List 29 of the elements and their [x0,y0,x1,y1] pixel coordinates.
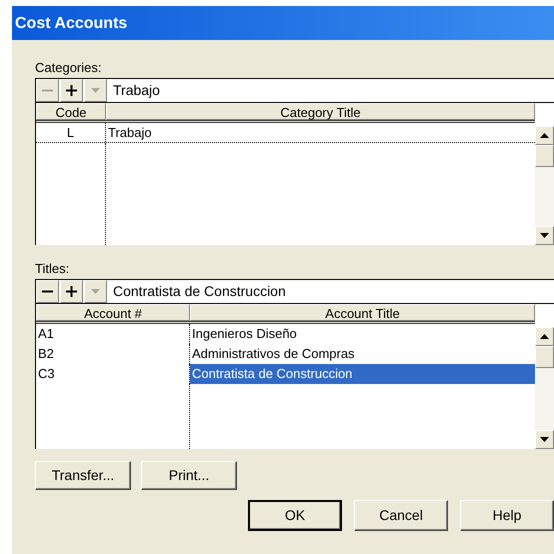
up-arrow-icon [540,133,549,138]
column-header[interactable]: Code [36,103,106,120]
action-button[interactable]: Print... [141,461,237,490]
dialog-button[interactable]: Help [460,500,554,531]
dialog-button[interactable]: Cancel [354,500,448,531]
scroll-down-button[interactable] [535,226,554,245]
table-cell-text: Trabajo [107,124,153,142]
scroll-up-button[interactable] [535,126,554,145]
scroll-down-button[interactable] [535,430,554,449]
table-cell: L [36,123,106,142]
down-arrow-icon [540,437,549,442]
column-header[interactable]: Account # [36,304,190,321]
column-header[interactable]: Category Title [106,103,535,120]
section-label: Titles: [35,261,70,276]
table-cell: B2 [36,344,190,364]
down-arrow-icon [540,233,549,238]
table-cell-text: Administrativos de Compras [191,345,356,363]
scrollbar-thumb[interactable] [535,346,554,368]
up-arrow-icon [540,334,549,339]
table-cell: A1 [36,324,190,344]
scroll-up-button[interactable] [535,327,554,346]
table-cell: Contratista de Construccion [190,364,535,384]
column-header[interactable]: Account Title [190,304,535,321]
action-button[interactable]: Transfer... [35,461,131,490]
dialog-button[interactable]: OK [248,500,342,531]
section-label: Categories: [35,60,102,75]
scrollbar-thumb[interactable] [535,145,554,167]
window-title: Cost Accounts [12,6,554,40]
table-cell-text: Ingenieros Diseño [191,325,298,343]
